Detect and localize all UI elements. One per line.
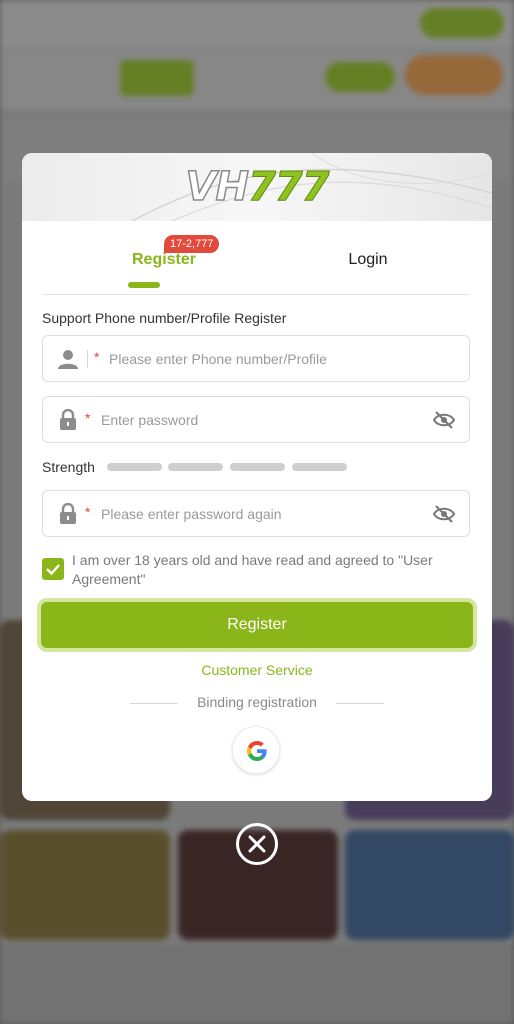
strength-bar [168, 463, 223, 471]
password-field[interactable]: * [42, 396, 470, 443]
google-icon [247, 741, 267, 761]
register-badge: 17-2,777 [164, 235, 220, 253]
close-icon [248, 835, 266, 853]
modal-banner: VH777 [22, 153, 492, 221]
section-label: Support Phone number/Profile Register [42, 310, 287, 326]
customer-service-link[interactable]: Customer Service [22, 662, 492, 678]
eye-off-icon[interactable] [433, 410, 455, 430]
tab-register[interactable]: Register [112, 251, 216, 269]
field-separator [87, 350, 88, 368]
strength-bar [230, 463, 285, 471]
password-input[interactable] [101, 407, 421, 433]
phone-field[interactable]: * [42, 335, 470, 382]
lock-icon [60, 409, 76, 430]
strength-bar [107, 463, 162, 471]
lock-icon [60, 503, 76, 524]
register-modal: VH777 Register 17-2,777 Login Support Ph… [22, 153, 492, 801]
eye-off-icon[interactable] [433, 504, 455, 524]
close-modal-button[interactable] [236, 823, 278, 865]
strength-label: Strength [42, 459, 95, 475]
divider-line [336, 703, 384, 704]
user-icon [58, 350, 78, 369]
checkmark-icon [46, 564, 60, 576]
required-mark: * [85, 410, 91, 426]
agreement-text[interactable]: I am over 18 years old and have read and… [72, 551, 467, 589]
register-button[interactable]: Register [37, 598, 477, 652]
confirm-password-input[interactable] [101, 501, 421, 527]
strength-bar [292, 463, 347, 471]
required-mark: * [85, 504, 91, 520]
google-login-button[interactable] [232, 726, 280, 774]
divider-line [130, 703, 178, 704]
phone-input[interactable] [109, 346, 459, 372]
required-mark: * [94, 349, 100, 365]
brand-logo: VH777 [185, 163, 330, 211]
auth-tabs: Register 17-2,777 Login [42, 233, 470, 295]
binding-registration-divider: Binding registration [130, 694, 384, 712]
active-tab-indicator [128, 282, 160, 288]
agreement-checkbox[interactable] [42, 558, 64, 580]
binding-label: Binding registration [197, 694, 317, 710]
tab-login[interactable]: Login [332, 251, 404, 269]
confirm-password-field[interactable]: * [42, 490, 470, 537]
